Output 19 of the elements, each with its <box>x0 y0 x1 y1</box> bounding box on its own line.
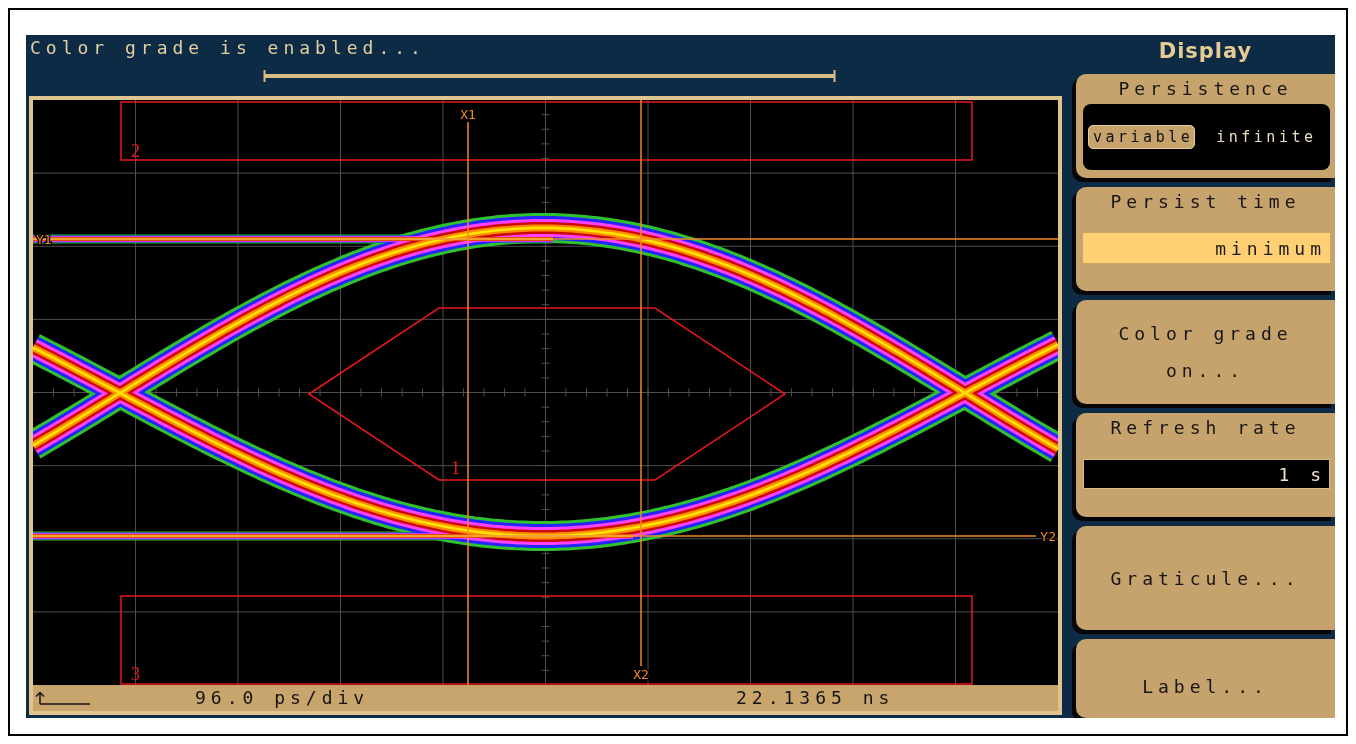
status-message: Color grade is enabled... <box>29 36 426 60</box>
mask-label: 1 <box>451 458 460 478</box>
value-field[interactable]: minimum <box>1083 233 1330 263</box>
cursor-label: X1 <box>460 107 476 122</box>
cursor-label: Y2 <box>1040 529 1056 544</box>
value-field[interactable]: 1 s <box>1083 459 1330 489</box>
menu-title: Display <box>1157 38 1254 65</box>
menu-label: Refresh rate <box>1109 416 1302 440</box>
toggle-option[interactable]: infinite <box>1211 125 1319 149</box>
menu-label: Persist time <box>1109 190 1302 214</box>
mask-label: 2 <box>131 141 140 161</box>
mask-label: 3 <box>131 664 140 684</box>
toggle-option[interactable]: variable <box>1088 125 1196 149</box>
cursor-label: Y1 <box>36 232 52 247</box>
menu-label: Persistence <box>1117 77 1294 101</box>
time-scale: 96.0 ps/div <box>195 686 371 710</box>
time-reading: 22.1365 ns <box>736 686 896 710</box>
cursor-label: X2 <box>633 667 649 682</box>
rising-edge-icon <box>35 691 91 705</box>
